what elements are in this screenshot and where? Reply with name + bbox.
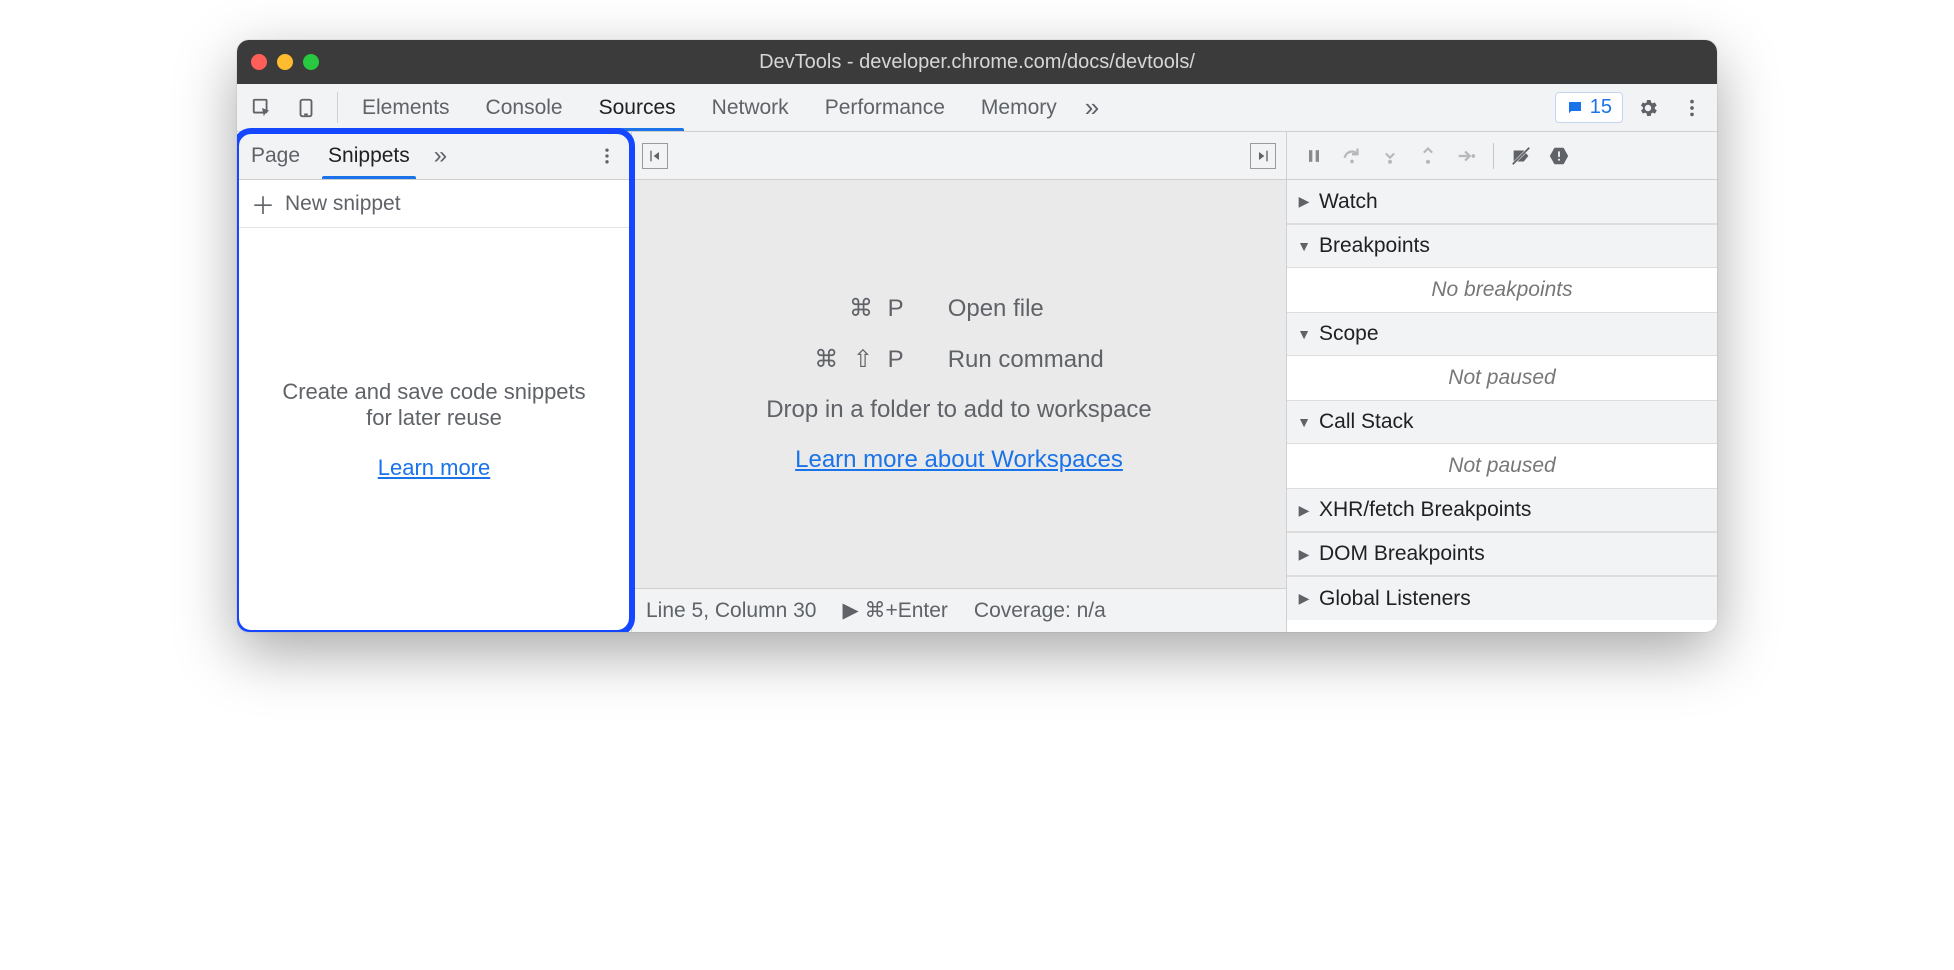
editor-tab-strip <box>632 132 1286 180</box>
step-out-icon[interactable] <box>1411 139 1445 173</box>
step-over-icon[interactable] <box>1335 139 1369 173</box>
tab-memory[interactable]: Memory <box>963 84 1075 131</box>
step-into-icon[interactable] <box>1373 139 1407 173</box>
triangle-down-icon: ▼ <box>1297 326 1311 342</box>
device-toolbar-icon[interactable] <box>287 89 325 127</box>
empty-state-text: Create and save code snippets for later … <box>267 379 601 431</box>
call-stack-empty: Not paused <box>1287 444 1717 488</box>
editor-pane: ⌘ P Open file ⌘ ⇧ P Run command Drop in … <box>632 132 1287 632</box>
editor-placeholder: ⌘ P Open file ⌘ ⇧ P Run command Drop in … <box>632 180 1286 588</box>
show-navigator-icon[interactable] <box>642 143 668 169</box>
section-label: DOM Breakpoints <box>1319 542 1485 566</box>
section-call-stack[interactable]: ▼ Call Stack <box>1287 400 1717 444</box>
section-xhr-breakpoints[interactable]: ▶ XHR/fetch Breakpoints <box>1287 488 1717 532</box>
tab-sources[interactable]: Sources <box>581 84 694 131</box>
inspect-element-icon[interactable] <box>243 89 281 127</box>
navigator-menu-icon[interactable] <box>583 132 631 179</box>
main-toolbar: Elements Console Sources Network Perform… <box>237 84 1717 132</box>
deactivate-breakpoints-icon[interactable] <box>1504 139 1538 173</box>
navigator-pane: Page Snippets » ＋ New snippet Create and… <box>237 132 632 632</box>
snippets-learn-more-link[interactable]: Learn more <box>378 455 491 481</box>
triangle-down-icon: ▼ <box>1297 414 1311 430</box>
navigator-tabs: Page Snippets » <box>237 132 631 180</box>
breakpoints-empty: No breakpoints <box>1287 268 1717 312</box>
workspace-drop-hint: Drop in a folder to add to workspace <box>766 396 1152 424</box>
section-global-listeners[interactable]: ▶ Global Listeners <box>1287 576 1717 620</box>
settings-icon[interactable] <box>1629 89 1667 127</box>
snippets-empty-state: Create and save code snippets for later … <box>237 228 631 632</box>
shortcut-keys-open-file: ⌘ P <box>814 294 907 323</box>
section-label: Breakpoints <box>1319 234 1430 258</box>
pause-on-exceptions-icon[interactable] <box>1542 139 1576 173</box>
section-breakpoints[interactable]: ▼ Breakpoints <box>1287 224 1717 268</box>
pause-icon[interactable] <box>1297 139 1331 173</box>
workspaces-learn-more-link[interactable]: Learn more about Workspaces <box>795 446 1123 474</box>
tab-performance[interactable]: Performance <box>807 84 963 131</box>
section-label: Call Stack <box>1319 410 1414 434</box>
editor-status-bar: Line 5, Column 30 ▶ ⌘+Enter Coverage: n/… <box>632 588 1286 632</box>
cursor-position: Line 5, Column 30 <box>646 599 816 623</box>
section-watch[interactable]: ▶ Watch <box>1287 180 1717 224</box>
issues-button[interactable]: 15 <box>1555 92 1623 123</box>
traffic-lights <box>251 54 319 70</box>
new-snippet-button[interactable]: ＋ New snippet <box>237 180 631 228</box>
window-titlebar: DevTools - developer.chrome.com/docs/dev… <box>237 40 1717 84</box>
shortcut-label-open-file: Open file <box>948 295 1104 323</box>
step-icon[interactable] <box>1449 139 1483 173</box>
section-label: Global Listeners <box>1319 587 1471 611</box>
tab-elements[interactable]: Elements <box>344 84 468 131</box>
panel-tabs: Elements Console Sources Network Perform… <box>344 84 1075 131</box>
shortcut-keys-run-command: ⌘ ⇧ P <box>814 345 907 374</box>
plus-icon: ＋ <box>251 186 275 221</box>
navigator-more-tabs-icon[interactable]: » <box>424 132 457 179</box>
debugger-pane: ▶ Watch ▼ Breakpoints No breakpoints ▼ S… <box>1287 132 1717 632</box>
section-label: Watch <box>1319 190 1378 214</box>
shortcut-label-run-command: Run command <box>948 346 1104 374</box>
minimize-window-button[interactable] <box>277 54 293 70</box>
triangle-down-icon: ▼ <box>1297 238 1311 254</box>
tab-network[interactable]: Network <box>694 84 807 131</box>
run-snippet-button[interactable]: ▶ ⌘+Enter <box>842 598 947 623</box>
close-window-button[interactable] <box>251 54 267 70</box>
kebab-menu-icon[interactable] <box>1673 89 1711 127</box>
section-dom-breakpoints[interactable]: ▶ DOM Breakpoints <box>1287 532 1717 576</box>
tab-console[interactable]: Console <box>468 84 581 131</box>
issues-count: 15 <box>1590 96 1612 119</box>
navigator-tab-page[interactable]: Page <box>237 132 314 179</box>
scope-empty: Not paused <box>1287 356 1717 400</box>
coverage-status: Coverage: n/a <box>974 599 1106 623</box>
triangle-right-icon: ▶ <box>1297 590 1311 607</box>
triangle-right-icon: ▶ <box>1297 502 1311 519</box>
maximize-window-button[interactable] <box>303 54 319 70</box>
triangle-right-icon: ▶ <box>1297 193 1311 210</box>
more-tabs-icon[interactable]: » <box>1075 84 1109 131</box>
triangle-right-icon: ▶ <box>1297 546 1311 563</box>
section-label: Scope <box>1319 322 1379 346</box>
show-debugger-icon[interactable] <box>1250 143 1276 169</box>
navigator-tab-snippets[interactable]: Snippets <box>314 132 424 179</box>
devtools-window: DevTools - developer.chrome.com/docs/dev… <box>237 40 1717 632</box>
section-scope[interactable]: ▼ Scope <box>1287 312 1717 356</box>
debugger-toolbar <box>1287 132 1717 180</box>
window-title: DevTools - developer.chrome.com/docs/dev… <box>237 51 1717 74</box>
new-snippet-label: New snippet <box>285 192 401 216</box>
section-label: XHR/fetch Breakpoints <box>1319 498 1531 522</box>
